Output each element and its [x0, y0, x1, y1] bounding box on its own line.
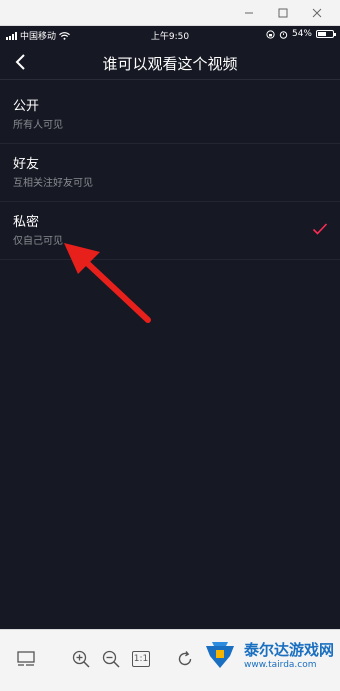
rotate-button[interactable] [174, 648, 196, 670]
actual-size-button[interactable]: 1:1 [130, 648, 152, 670]
zoom-in-icon [72, 650, 90, 668]
checkmark-icon [312, 223, 328, 235]
option-description: 仅自己可见 [13, 236, 63, 247]
thumbnail-icon [17, 651, 35, 666]
site-logo-icon [205, 642, 234, 668]
zoom-out-icon [102, 650, 120, 668]
phone-screen: 中国移动 上午9:50 54% 谁可以观看这个视频 公开 所有人可见 好友 互相… [0, 26, 340, 629]
thumbnail-view-button[interactable] [15, 648, 37, 670]
maximize-icon[interactable] [266, 0, 300, 26]
rotate-icon [178, 651, 192, 666]
visibility-option-list: 公开 所有人可见 好友 互相关注好友可见 私密 仅自己可见 [0, 86, 340, 260]
battery-icon [316, 30, 336, 38]
option-description: 互相关注好友可见 [13, 178, 93, 189]
battery-level [318, 32, 326, 36]
close-icon[interactable] [300, 0, 334, 26]
watermark-name: 泰尔达游戏网 [243, 640, 334, 659]
option-description: 所有人可见 [13, 120, 63, 131]
battery-percent: 54% [291, 29, 312, 39]
page-title: 谁可以观看这个视频 [102, 55, 238, 73]
actual-size-label: 1:1 [132, 651, 150, 667]
viewer-title-bar [0, 0, 340, 26]
option-friends[interactable]: 好友 互相关注好友可见 [0, 144, 340, 202]
option-title: 公开 [13, 99, 40, 114]
minimize-icon[interactable] [232, 0, 266, 26]
zoom-in-button[interactable] [70, 648, 92, 670]
option-private[interactable]: 私密 仅自己可见 [0, 202, 340, 260]
navigation-bar: 谁可以观看这个视频 [0, 44, 340, 80]
option-public[interactable]: 公开 所有人可见 [0, 86, 340, 144]
status-bar: 中国移动 上午9:50 54% [0, 26, 340, 44]
zoom-out-button[interactable] [100, 648, 122, 670]
option-title: 私密 [13, 215, 40, 230]
alarm-icon [279, 30, 288, 39]
option-title: 好友 [13, 157, 40, 172]
site-watermark: 泰尔达游戏网 www.tairda.com [200, 634, 334, 674]
watermark-url: www.tairda.com [243, 659, 317, 670]
viewer-toolbar: 1:1 泰尔达游戏网 www.tairda.com [0, 629, 340, 691]
rotation-lock-icon [266, 29, 275, 39]
